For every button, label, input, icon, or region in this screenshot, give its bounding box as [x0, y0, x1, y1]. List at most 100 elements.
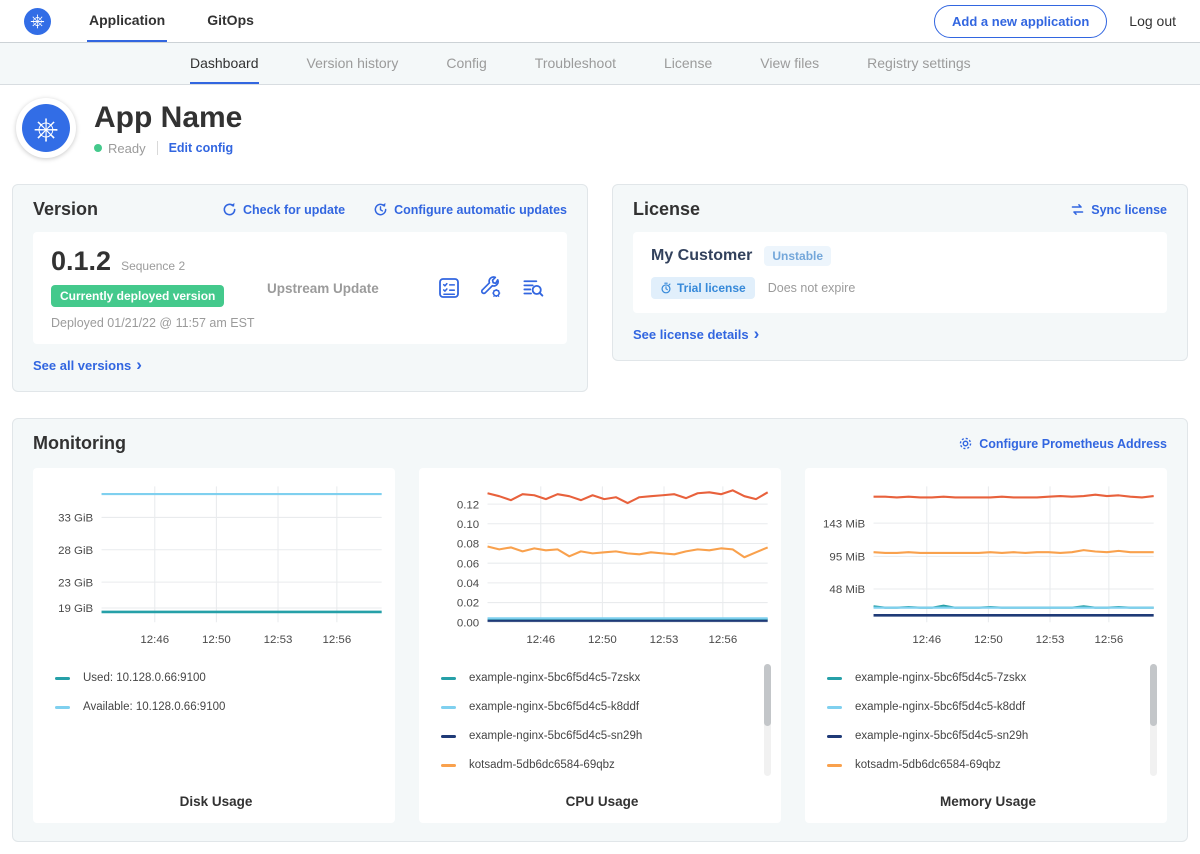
- legend-item: Used: 10.128.0.66:9100: [55, 664, 389, 693]
- subnav-tab-registry-settings[interactable]: Registry settings: [867, 43, 970, 84]
- topnav-actions: Add a new application Log out: [934, 5, 1176, 38]
- license-summary-card: My Customer Unstable Trial license Does …: [633, 232, 1167, 313]
- svg-text:12:50: 12:50: [974, 634, 1003, 646]
- disk-usage-card: 19 GiB23 GiB28 GiB33 GiB12:4612:5012:531…: [33, 468, 395, 823]
- charts-row: 19 GiB23 GiB28 GiB33 GiB12:4612:5012:531…: [33, 468, 1167, 823]
- svg-text:12:56: 12:56: [1094, 634, 1123, 646]
- version-number: 0.1.2: [51, 246, 111, 277]
- cpu-usage-chart: 0.000.020.040.060.080.100.1212:4612:5012…: [429, 478, 775, 654]
- svg-text:12:56: 12:56: [708, 634, 737, 646]
- app-avatar: ⎈: [16, 98, 76, 158]
- legend-swatch: [55, 706, 70, 709]
- upstream-update-label: Upstream Update: [267, 281, 437, 296]
- configure-automatic-updates-link[interactable]: Configure automatic updates: [373, 202, 567, 217]
- expiry-text: Does not expire: [768, 281, 856, 295]
- add-application-button[interactable]: Add a new application: [934, 5, 1107, 38]
- legend-label: example-nginx-5bc6f5d4c5-k8ddf: [855, 701, 1025, 713]
- svg-text:0.02: 0.02: [457, 598, 479, 610]
- version-card-title: Version: [33, 199, 98, 220]
- svg-text:0.10: 0.10: [457, 519, 479, 531]
- legend-swatch: [441, 706, 456, 709]
- view-diff-icon[interactable]: [521, 276, 545, 300]
- cpu-usage-card: 0.000.020.040.060.080.100.1212:4612:5012…: [419, 468, 781, 823]
- configure-prometheus-link[interactable]: Configure Prometheus Address: [958, 436, 1167, 451]
- svg-text:12:53: 12:53: [1036, 634, 1065, 646]
- svg-text:12:56: 12:56: [322, 634, 351, 646]
- subnav-tab-dashboard[interactable]: Dashboard: [190, 43, 259, 84]
- chevron-right-icon: ›: [136, 356, 142, 373]
- legend-item: Available: 10.128.0.66:9100: [55, 693, 389, 722]
- app-header: ⎈ App Name Ready Edit config: [0, 85, 1200, 174]
- svg-text:12:46: 12:46: [912, 634, 941, 646]
- legend-scrollbar-thumb[interactable]: [1150, 664, 1157, 726]
- svg-text:0.06: 0.06: [457, 558, 479, 570]
- see-license-details-link[interactable]: See license details ›: [633, 326, 759, 343]
- svg-text:48 MiB: 48 MiB: [829, 584, 865, 596]
- legend-item: example-nginx-5bc6f5d4c5-sn29h: [827, 722, 1161, 751]
- sync-arrows-icon: [1070, 202, 1085, 217]
- sync-license-link[interactable]: Sync license: [1070, 202, 1167, 217]
- version-card: Version Check for update Configure autom…: [12, 184, 588, 392]
- legend-scrollbar[interactable]: [764, 664, 771, 776]
- svg-text:12:53: 12:53: [264, 634, 293, 646]
- legend-label: Used: 10.128.0.66:9100: [83, 672, 206, 684]
- see-all-versions-link[interactable]: See all versions ›: [33, 357, 142, 374]
- legend-label: kotsadm-5db6dc6584-69qbz: [855, 759, 1001, 771]
- legend-swatch: [827, 677, 842, 680]
- memory-usage-legend: example-nginx-5bc6f5d4c5-7zskx example-ng…: [815, 664, 1161, 782]
- gear-icon: [958, 436, 973, 451]
- status-badge: Ready: [108, 141, 146, 156]
- svg-text:12:50: 12:50: [588, 634, 617, 646]
- svg-text:19 GiB: 19 GiB: [58, 603, 93, 615]
- deployed-timestamp: Deployed 01/21/22 @ 11:57 am EST: [51, 316, 267, 330]
- primary-nav: Application GitOps: [87, 0, 294, 42]
- legend-scrollbar-thumb[interactable]: [764, 664, 771, 726]
- ready-status-dot: [94, 144, 102, 152]
- legend-label: example-nginx-5bc6f5d4c5-sn29h: [469, 730, 642, 742]
- monitoring-panel: Monitoring Configure Prometheus Address …: [12, 418, 1188, 842]
- svg-text:0.12: 0.12: [457, 499, 479, 511]
- license-card-title: License: [633, 199, 700, 220]
- legend-item: example-nginx-5bc6f5d4c5-k8ddf: [827, 693, 1161, 722]
- helm-wheel-glyph: ⎈: [30, 12, 44, 30]
- topnav-tab-gitops[interactable]: GitOps: [205, 0, 256, 42]
- auto-update-clock-icon: [373, 202, 388, 217]
- preflight-checks-icon[interactable]: [437, 276, 461, 300]
- svg-text:0.00: 0.00: [457, 617, 479, 629]
- legend-swatch: [827, 764, 842, 767]
- legend-scrollbar[interactable]: [1150, 664, 1157, 776]
- kubernetes-logo-icon[interactable]: ⎈: [24, 8, 51, 35]
- chevron-right-icon: ›: [754, 325, 760, 342]
- legend-swatch: [441, 677, 456, 680]
- clock-icon: [660, 282, 672, 294]
- customer-name: My Customer: [651, 247, 752, 265]
- subnav-tab-config[interactable]: Config: [446, 43, 486, 84]
- sequence-label: Sequence 2: [121, 259, 185, 273]
- legend-label: example-nginx-5bc6f5d4c5-7zskx: [469, 672, 640, 684]
- trial-license-badge: Trial license: [651, 277, 755, 299]
- subnav-tab-version-history[interactable]: Version history: [307, 43, 399, 84]
- divider: [157, 141, 158, 155]
- svg-text:23 GiB: 23 GiB: [58, 577, 93, 589]
- edit-config-link[interactable]: Edit config: [169, 141, 234, 155]
- svg-text:12:46: 12:46: [140, 634, 169, 646]
- license-card: License Sync license My Customer Unstabl…: [612, 184, 1188, 361]
- legend-item: kotsadm-5db6dc6584-69qbz: [441, 751, 775, 780]
- legend-label: kotsadm-5db6dc6584-69qbz: [469, 759, 615, 771]
- app-subnav: Dashboard Version history Config Troublesho…: [0, 43, 1200, 85]
- currently-deployed-badge: Currently deployed version: [51, 285, 224, 307]
- legend-item: example-nginx-5bc6f5d4c5-7zskx: [827, 664, 1161, 693]
- kubernetes-app-icon: ⎈: [22, 104, 70, 152]
- logout-link[interactable]: Log out: [1129, 13, 1176, 29]
- subnav-tab-view-files[interactable]: View files: [760, 43, 819, 84]
- check-for-update-link[interactable]: Check for update: [222, 202, 345, 217]
- svg-text:33 GiB: 33 GiB: [58, 513, 93, 525]
- cpu-usage-legend: example-nginx-5bc6f5d4c5-7zskx example-ng…: [429, 664, 775, 782]
- edit-config-wrench-icon[interactable]: [479, 276, 503, 300]
- topnav-tab-application[interactable]: Application: [87, 0, 167, 42]
- subnav-tab-license[interactable]: License: [664, 43, 712, 84]
- subnav-tab-troubleshoot[interactable]: Troubleshoot: [535, 43, 616, 84]
- legend-swatch: [441, 764, 456, 767]
- legend-label: example-nginx-5bc6f5d4c5-k8ddf: [469, 701, 639, 713]
- page-title: App Name: [94, 101, 242, 135]
